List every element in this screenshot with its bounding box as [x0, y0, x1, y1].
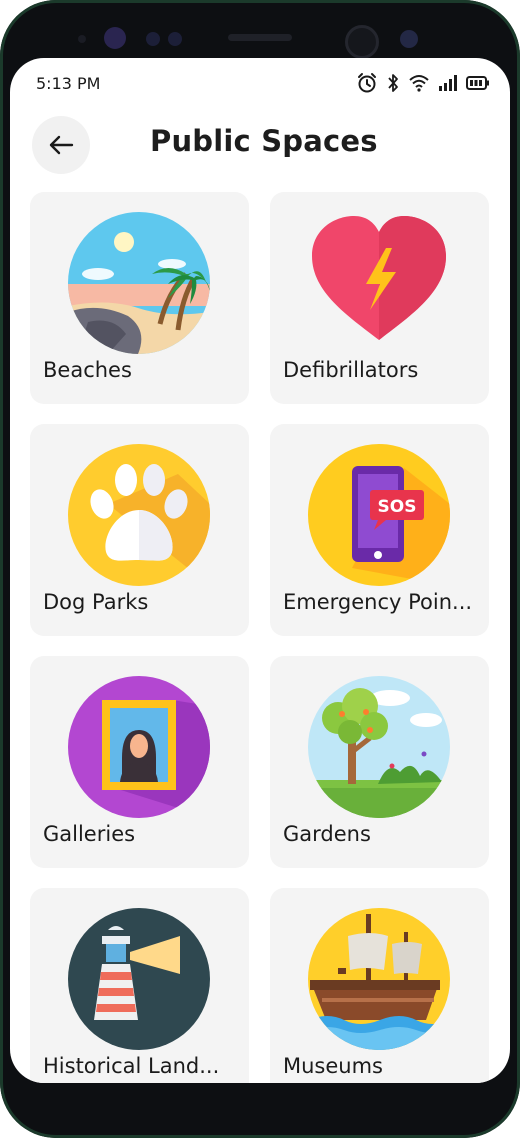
- category-label: Defibrillators: [283, 358, 419, 382]
- category-label: Dog Parks: [43, 590, 149, 614]
- status-time: 5:13 PM: [36, 74, 101, 93]
- phone-frame: 5:13 PM Public Spaces Beaches Defibrilla…: [0, 0, 520, 1138]
- category-card-historical-landmarks[interactable]: Historical Land...: [30, 888, 249, 1083]
- category-card-emergency-points[interactable]: SOS Emergency Poin...: [270, 424, 489, 636]
- beach-icon: [68, 212, 210, 354]
- garden-tree-icon: [308, 676, 450, 818]
- category-card-gardens[interactable]: Gardens: [270, 656, 489, 868]
- back-button[interactable]: [32, 116, 90, 174]
- sensor-dot: [146, 32, 160, 46]
- category-card-defibrillators[interactable]: Defibrillators: [270, 192, 489, 404]
- bluetooth-icon: [388, 74, 398, 92]
- svg-text:SOS: SOS: [378, 497, 417, 517]
- battery-icon: [466, 76, 489, 90]
- lighthouse-icon: [68, 908, 210, 1050]
- screen: 5:13 PM Public Spaces Beaches Defibrilla…: [10, 58, 510, 1083]
- header: Public Spaces: [10, 116, 510, 176]
- category-label: Gardens: [283, 822, 371, 846]
- sos-phone-icon: SOS: [308, 444, 450, 586]
- sensor-dot: [400, 30, 418, 48]
- sensor-dot: [78, 35, 86, 43]
- speaker-grille: [228, 34, 292, 41]
- category-card-museums[interactable]: Museums: [270, 888, 489, 1083]
- category-label: Museums: [283, 1054, 383, 1078]
- category-card-beaches[interactable]: Beaches: [30, 192, 249, 404]
- category-label: Galleries: [43, 822, 136, 846]
- alarm-icon: [358, 73, 376, 93]
- camera-bar: [0, 0, 520, 60]
- sensor-dot: [168, 32, 182, 46]
- status-icons: [356, 72, 490, 94]
- category-label: Historical Land...: [43, 1054, 220, 1078]
- page-title: Public Spaces: [150, 124, 378, 158]
- ship-icon: [308, 908, 450, 1050]
- wifi-icon: [409, 75, 429, 92]
- arrow-left-icon: [49, 135, 74, 155]
- category-card-galleries[interactable]: Galleries: [30, 656, 249, 868]
- heart-bolt-icon: [312, 216, 446, 340]
- portrait-frame-icon: [68, 676, 210, 818]
- category-card-dog-parks[interactable]: Dog Parks: [30, 424, 249, 636]
- signal-icon: [439, 75, 457, 91]
- category-label: Beaches: [43, 358, 132, 382]
- paw-icon: [68, 444, 210, 586]
- front-camera: [345, 25, 379, 59]
- status-bar: 5:13 PM: [10, 58, 510, 108]
- category-label: Emergency Poin...: [283, 590, 473, 614]
- sensor-dot: [104, 27, 126, 49]
